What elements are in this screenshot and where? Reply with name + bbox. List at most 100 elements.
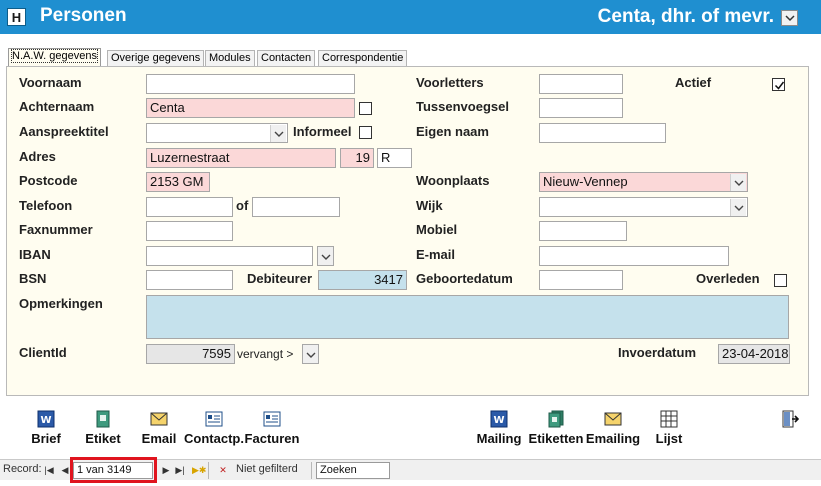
wijk-label: Wijk bbox=[416, 198, 443, 213]
opmerkingen-textarea[interactable] bbox=[146, 295, 789, 339]
form-icon: H bbox=[7, 8, 26, 26]
adres-label: Adres bbox=[19, 149, 56, 164]
tab-naw-gegevens[interactable]: N.A.W. gegevens bbox=[8, 48, 101, 67]
email-button[interactable]: Email bbox=[139, 410, 179, 450]
woonplaats-dropdown-button[interactable] bbox=[730, 174, 746, 191]
mobiel-label: Mobiel bbox=[416, 222, 458, 237]
tab-contacten[interactable]: Contacten bbox=[257, 50, 316, 67]
tussenvoegsel-input[interactable] bbox=[539, 98, 623, 118]
emailing-button[interactable]: Emailing bbox=[584, 410, 642, 450]
record-select-dropdown[interactable] bbox=[781, 10, 798, 26]
tab-modules[interactable]: Modules bbox=[205, 50, 255, 67]
telefoon2-input[interactable] bbox=[252, 197, 340, 217]
clientid-label: ClientId bbox=[19, 345, 67, 360]
email-label: E-mail bbox=[416, 247, 456, 262]
labels-icon bbox=[548, 410, 564, 428]
exit-door-icon bbox=[782, 410, 799, 428]
new-record-icon[interactable]: ▶✱ bbox=[192, 463, 206, 477]
postcode-label: Postcode bbox=[19, 173, 78, 188]
etiketten-button[interactable]: Etiketten bbox=[528, 410, 584, 450]
invoerdatum-input[interactable]: 23-04-2018 bbox=[718, 344, 790, 364]
wijk-select[interactable] bbox=[539, 197, 748, 217]
etiket-label: Etiket bbox=[85, 431, 121, 446]
telefoon-input[interactable] bbox=[146, 197, 233, 217]
brief-label: Brief bbox=[31, 431, 61, 446]
etiketten-label: Etiketten bbox=[528, 431, 584, 446]
eigen-naam-input[interactable] bbox=[539, 123, 666, 143]
voornaam-input[interactable] bbox=[146, 74, 355, 94]
bsn-input[interactable] bbox=[146, 270, 233, 290]
contactpersonen-button[interactable]: Contactp. bbox=[184, 410, 244, 450]
chevron-down-icon bbox=[785, 15, 795, 22]
tab-overige-gegevens[interactable]: Overige gegevens bbox=[107, 50, 205, 67]
wijk-dropdown-button[interactable] bbox=[730, 199, 746, 216]
faxnummer-input[interactable] bbox=[146, 221, 233, 241]
svg-text:W: W bbox=[493, 415, 504, 426]
facturen-label: Facturen bbox=[244, 431, 300, 446]
invoice-icon bbox=[263, 411, 281, 427]
brief-button[interactable]: W Brief bbox=[28, 410, 64, 450]
woonplaats-value: Nieuw-Vennep bbox=[543, 174, 628, 189]
record-position-highlight bbox=[70, 457, 157, 483]
mobiel-input[interactable] bbox=[539, 221, 627, 241]
voorletters-label: Voorletters bbox=[416, 75, 484, 90]
record-label: Record: bbox=[3, 463, 42, 475]
informeel-checkbox[interactable] bbox=[359, 126, 372, 139]
aanspreektitel-label: Aanspreektitel bbox=[19, 124, 109, 139]
chevron-down-icon bbox=[734, 205, 744, 211]
faxnummer-label: Faxnummer bbox=[19, 222, 93, 237]
telefoon-of-label: of bbox=[236, 198, 249, 213]
vervangt-label: vervangt > bbox=[237, 347, 294, 361]
actief-checkbox[interactable] bbox=[772, 78, 785, 91]
overleden-checkbox[interactable] bbox=[774, 274, 787, 287]
invoerdatum-label: Invoerdatum bbox=[618, 345, 697, 360]
adres-toevoeging-input[interactable]: R bbox=[377, 148, 412, 168]
etiket-button[interactable]: Etiket bbox=[82, 410, 124, 450]
nav-separator bbox=[311, 462, 312, 479]
checkmark-icon bbox=[774, 81, 785, 90]
list-icon bbox=[660, 410, 678, 428]
label-icon bbox=[96, 410, 110, 428]
achternaam-input[interactable]: Centa bbox=[146, 98, 355, 118]
achternaam-checkbox[interactable] bbox=[359, 102, 372, 115]
record-name: Centa, dhr. of mevr. bbox=[597, 6, 774, 27]
vervangt-dropdown-button[interactable] bbox=[302, 344, 319, 364]
filter-status[interactable]: Niet gefilterd bbox=[236, 463, 298, 475]
woonplaats-select[interactable]: Nieuw-Vennep bbox=[539, 172, 748, 192]
debiteur-input[interactable]: 3417 bbox=[318, 270, 407, 290]
close-form-button[interactable] bbox=[779, 410, 801, 450]
iban-dropdown-button[interactable] bbox=[317, 246, 334, 266]
word-document-icon: W bbox=[490, 410, 508, 428]
geboortedatum-input[interactable] bbox=[539, 270, 623, 290]
email-input[interactable] bbox=[539, 246, 729, 266]
nav-separator bbox=[208, 462, 209, 479]
aanspreektitel-select[interactable] bbox=[146, 123, 288, 143]
search-input[interactable]: Zoeken bbox=[316, 462, 390, 479]
contactpersonen-label: Contactp. bbox=[184, 431, 244, 446]
svg-text:W: W bbox=[40, 415, 51, 426]
personen-form-window: H Personen Centa, dhr. of mevr. N.A.W. g… bbox=[0, 0, 821, 486]
adres-huisnummer-input[interactable]: 19 bbox=[340, 148, 374, 168]
woonplaats-label: Woonplaats bbox=[416, 173, 490, 188]
filter-icon[interactable]: ✕ bbox=[217, 463, 229, 477]
clientid-input[interactable]: 7595 bbox=[146, 344, 235, 364]
voorletters-input[interactable] bbox=[539, 74, 623, 94]
mailing-button[interactable]: W Mailing bbox=[474, 410, 524, 450]
informeel-label: Informeel bbox=[293, 124, 352, 139]
last-record-icon[interactable]: ▶| bbox=[174, 463, 186, 477]
next-record-icon[interactable]: ▶ bbox=[160, 463, 172, 477]
voornaam-label: Voornaam bbox=[19, 75, 82, 90]
lijst-button[interactable]: Lijst bbox=[652, 410, 686, 450]
email-icon bbox=[150, 412, 168, 426]
form-title: Personen bbox=[40, 5, 127, 26]
first-record-icon[interactable]: |◀ bbox=[43, 463, 55, 477]
iban-input[interactable] bbox=[146, 246, 313, 266]
email-label: Email bbox=[141, 431, 177, 446]
chevron-down-icon bbox=[274, 131, 284, 137]
facturen-button[interactable]: Facturen bbox=[243, 410, 301, 450]
postcode-input[interactable]: 2153 GM bbox=[146, 172, 210, 192]
aanspreektitel-dropdown-button[interactable] bbox=[270, 125, 286, 142]
overleden-label: Overleden bbox=[696, 271, 760, 286]
tab-correspondentie[interactable]: Correspondentie bbox=[318, 50, 408, 67]
adres-straat-input[interactable]: Luzernestraat bbox=[146, 148, 336, 168]
